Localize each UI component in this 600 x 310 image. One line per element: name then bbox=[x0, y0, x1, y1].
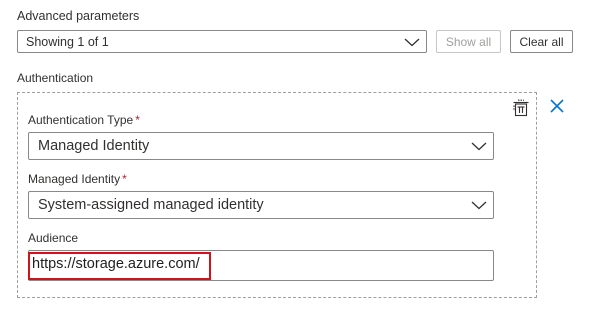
advanced-parameters-value: Showing 1 of 1 bbox=[26, 34, 109, 49]
close-icon[interactable] bbox=[549, 98, 565, 114]
authentication-type-label: Authentication Type * bbox=[28, 113, 140, 127]
chevron-down-icon bbox=[471, 200, 487, 210]
managed-identity-label: Managed Identity * bbox=[28, 172, 127, 186]
authentication-type-label-text: Authentication Type bbox=[28, 113, 134, 127]
clear-all-button[interactable]: Clear all bbox=[510, 30, 573, 53]
managed-identity-label-text: Managed Identity bbox=[28, 172, 121, 186]
managed-identity-dropdown[interactable]: System-assigned managed identity bbox=[28, 191, 494, 219]
chevron-down-icon bbox=[404, 37, 420, 47]
authentication-type-value: Managed Identity bbox=[38, 138, 150, 154]
audience-input-value: https://storage.azure.com/ bbox=[32, 256, 200, 272]
managed-identity-value: System-assigned managed identity bbox=[38, 197, 264, 213]
required-marker: * bbox=[135, 113, 140, 127]
advanced-parameters-label: Advanced parameters bbox=[17, 9, 140, 23]
show-all-button[interactable]: Show all bbox=[436, 30, 501, 53]
chevron-down-icon bbox=[471, 141, 487, 151]
authentication-section-label: Authentication bbox=[17, 71, 94, 85]
required-marker: * bbox=[122, 172, 127, 186]
advanced-parameters-dropdown[interactable]: Showing 1 of 1 bbox=[17, 30, 427, 53]
authentication-type-dropdown[interactable]: Managed Identity bbox=[28, 132, 494, 160]
delete-icon[interactable] bbox=[512, 99, 530, 117]
audience-label: Audience bbox=[28, 231, 79, 245]
